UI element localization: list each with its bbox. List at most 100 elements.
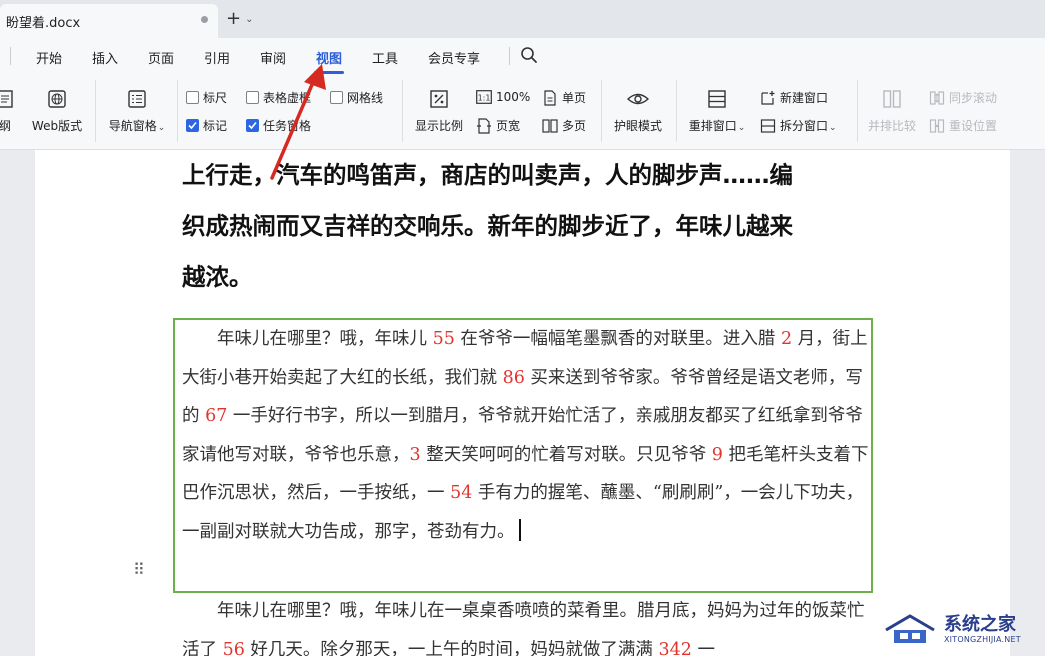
red-number: 3 bbox=[409, 444, 421, 465]
watermark-logo: 系统之家 XITONGZHIJIA.NET bbox=[882, 606, 1042, 652]
multi-page-icon bbox=[542, 118, 558, 134]
annotation-arrow-icon bbox=[270, 64, 326, 180]
text-run: 整天笑呵呵的忙着写对联。只见爷爷 bbox=[420, 444, 712, 465]
document-tab[interactable]: 盼望着.docx bbox=[0, 4, 218, 38]
ribbon-divider bbox=[676, 80, 677, 142]
navigation-pane-icon bbox=[126, 88, 148, 110]
red-number: 2 bbox=[780, 329, 793, 349]
menu-member[interactable]: 会员专享 bbox=[428, 48, 480, 67]
menu-divider bbox=[509, 47, 510, 65]
reset-position-icon bbox=[929, 118, 945, 134]
outline-button[interactable]: 纲 bbox=[0, 88, 18, 134]
text-run: 年味儿在哪里？哦，年味儿 bbox=[182, 329, 433, 349]
ribbon-divider bbox=[402, 80, 403, 142]
title-bar: 盼望着.docx + ⌄ bbox=[0, 0, 1045, 38]
web-layout-label: Web版式 bbox=[31, 119, 83, 133]
red-number: 67 bbox=[205, 406, 228, 426]
split-window-label: 拆分窗口 bbox=[780, 119, 829, 133]
sync-scroll-button[interactable]: 同步滚动 bbox=[929, 89, 997, 106]
side-by-side-label: 并排比较 bbox=[867, 119, 916, 133]
marks-checkbox[interactable]: 标记 bbox=[186, 117, 227, 134]
zoom-100-button[interactable]: 1:1 100% bbox=[476, 89, 530, 105]
zoom-ratio-label: 显示比例 bbox=[414, 119, 463, 133]
reset-position-button[interactable]: 重设位置 bbox=[929, 117, 997, 134]
chevron-down-icon[interactable]: ⌄ bbox=[245, 14, 253, 25]
zoom-100-label: 100% bbox=[496, 90, 531, 104]
single-page-label: 单页 bbox=[562, 91, 587, 105]
menu-references[interactable]: 引用 bbox=[204, 48, 230, 67]
document-tab-label: 盼望着.docx bbox=[6, 15, 81, 31]
paragraph-2[interactable]: 年味儿在哪里？哦，年味儿在一桌桌香喷喷的菜肴里。腊月底，妈妈为过年的饭菜忙活了 … bbox=[182, 592, 872, 656]
svg-text:1:1: 1:1 bbox=[478, 94, 491, 103]
ruler-checkbox[interactable]: 标尺 bbox=[186, 89, 227, 106]
ribbon-divider bbox=[95, 80, 96, 142]
menu-home[interactable]: 开始 bbox=[36, 48, 62, 67]
plus-icon: + bbox=[226, 8, 242, 29]
chevron-down-icon: ⌄ bbox=[157, 123, 166, 133]
outline-icon bbox=[0, 88, 16, 110]
menu-bar: 开始 插入 页面 引用 审阅 视图 工具 会员专享 bbox=[0, 38, 1045, 74]
eye-protection-button[interactable]: 护眼模式 bbox=[610, 88, 666, 134]
new-tab-button[interactable]: + ⌄ bbox=[226, 10, 253, 28]
document-canvas[interactable]: 上行走，汽车的鸣笛声，商店的叫卖声，人的脚步声……编 织成热闹而又吉祥的交响乐。… bbox=[0, 150, 1045, 656]
navigation-pane-button[interactable]: 导航窗格⌄ bbox=[104, 88, 170, 134]
actual-size-icon: 1:1 bbox=[476, 89, 492, 105]
menu-page[interactable]: 页面 bbox=[148, 48, 174, 67]
sync-scroll-label: 同步滚动 bbox=[949, 91, 998, 105]
watermark-title: 系统之家 bbox=[944, 613, 1016, 635]
unsaved-dot-icon[interactable] bbox=[201, 16, 208, 23]
outline-label: 纲 bbox=[0, 119, 11, 133]
view-ribbon: 纲 Web版式 导航窗格⌄ 标尺 表格虚框 网格线 标记 任务窗格 显示比例 1… bbox=[0, 74, 1045, 150]
eye-icon bbox=[627, 88, 649, 110]
heading-line: 织成热闹而又吉祥的交响乐。新年的脚步近了，年味儿越来 bbox=[182, 212, 793, 240]
document-page[interactable]: 上行走，汽车的鸣笛声，商店的叫卖声，人的脚步声……编 织成热闹而又吉祥的交响乐。… bbox=[35, 150, 1010, 656]
checkbox-checked[interactable] bbox=[186, 119, 199, 132]
new-window-button[interactable]: 新建窗口 bbox=[760, 89, 828, 106]
navigation-pane-label: 导航窗格 bbox=[108, 119, 157, 133]
watermark-url: XITONGZHIJIA.NET bbox=[944, 634, 1021, 644]
rearrange-windows-button[interactable]: 重排窗口⌄ bbox=[684, 88, 750, 134]
web-layout-button[interactable]: Web版式 bbox=[28, 88, 86, 134]
eye-protection-label: 护眼模式 bbox=[613, 119, 662, 133]
ribbon-divider bbox=[601, 80, 602, 142]
ruler-label: 标尺 bbox=[203, 91, 228, 105]
sync-scroll-icon bbox=[929, 90, 945, 106]
reset-position-label: 重设位置 bbox=[949, 119, 998, 133]
text-run: 好几天。除夕那天，一上午的时间，妈妈就做了满满 bbox=[244, 639, 659, 656]
watermark-house-icon bbox=[885, 614, 935, 643]
ribbon-divider bbox=[177, 80, 178, 142]
single-page-button[interactable]: 单页 bbox=[542, 89, 586, 106]
checkmark-icon bbox=[248, 121, 257, 130]
zoom-ratio-button[interactable]: 显示比例 bbox=[411, 88, 467, 134]
menu-insert[interactable]: 插入 bbox=[92, 48, 118, 67]
checkbox-unchecked[interactable] bbox=[246, 91, 259, 104]
text-run: 在爷爷一幅幅笔墨飘香的对联里。进入腊 bbox=[454, 329, 781, 349]
checkbox-unchecked[interactable] bbox=[186, 91, 199, 104]
chevron-down-icon: ⌄ bbox=[737, 123, 746, 133]
text-cursor bbox=[518, 518, 521, 541]
page-width-button[interactable]: 页宽 bbox=[476, 117, 520, 134]
gridlines-checkbox[interactable]: 网格线 bbox=[330, 89, 383, 106]
side-by-side-icon bbox=[881, 88, 903, 110]
red-number: 86 bbox=[502, 367, 525, 388]
checkbox-checked[interactable] bbox=[246, 119, 259, 132]
marks-label: 标记 bbox=[203, 119, 228, 133]
gridlines-label: 网格线 bbox=[347, 91, 384, 105]
rearrange-windows-label: 重排窗口 bbox=[688, 119, 737, 133]
side-by-side-button[interactable]: 并排比较 bbox=[864, 88, 920, 134]
search-icon[interactable] bbox=[520, 46, 538, 64]
drag-handle-icon[interactable]: ⠿ bbox=[133, 560, 145, 579]
new-window-label: 新建窗口 bbox=[780, 91, 829, 105]
percent-icon bbox=[428, 88, 450, 110]
red-number: 342 bbox=[658, 639, 692, 656]
red-number: 54 bbox=[450, 483, 473, 503]
menu-tools[interactable]: 工具 bbox=[372, 48, 398, 67]
globe-icon bbox=[46, 88, 68, 110]
text-run: 一 bbox=[691, 639, 715, 656]
single-page-icon bbox=[542, 89, 558, 106]
split-window-icon bbox=[760, 118, 776, 134]
split-window-button[interactable]: 拆分窗口⌄ bbox=[760, 117, 837, 134]
multi-page-button[interactable]: 多页 bbox=[542, 117, 586, 134]
menu-divider bbox=[10, 47, 11, 65]
paragraph-1[interactable]: 年味儿在哪里？哦，年味儿 55 在爷爷一幅幅笔墨飘香的对联里。进入腊 2 月，街… bbox=[182, 320, 872, 551]
